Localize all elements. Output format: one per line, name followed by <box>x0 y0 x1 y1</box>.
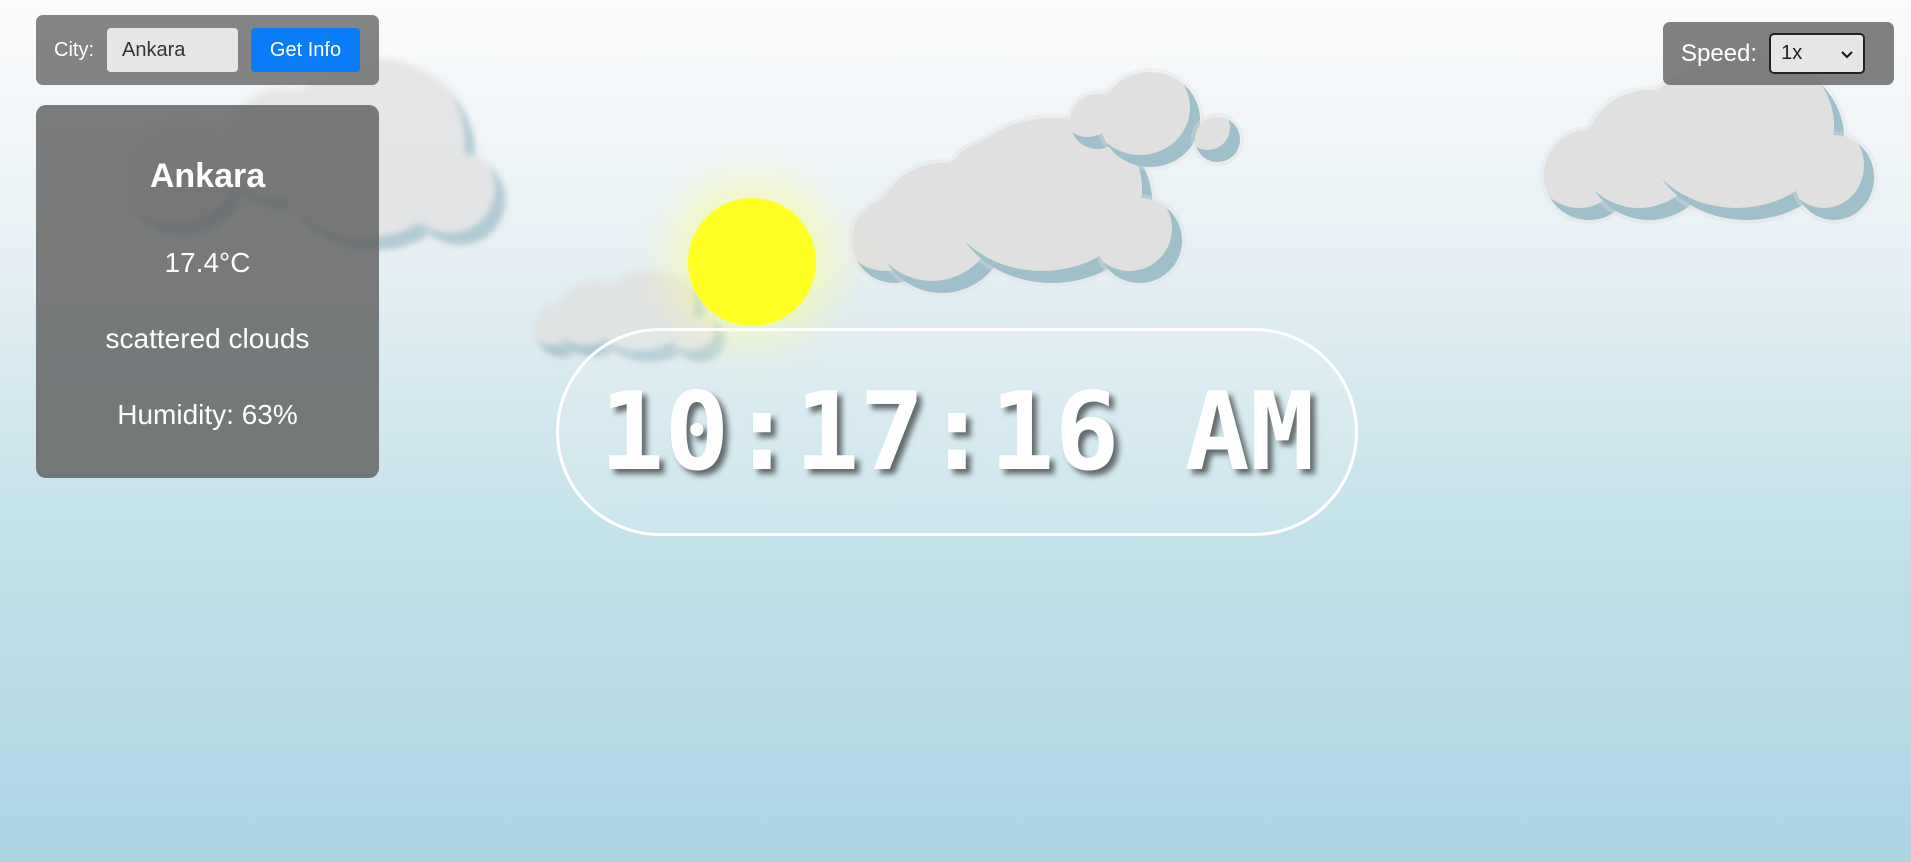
get-info-button[interactable]: Get Info <box>251 28 360 72</box>
weather-humidity: Humidity: 63% <box>117 399 298 430</box>
sun-icon <box>688 198 816 326</box>
weather-city: Ankara <box>149 157 266 195</box>
city-label: City: <box>54 38 94 61</box>
speed-selected-value: 1x <box>1781 42 1803 64</box>
speed-select[interactable]: 1x <box>1769 33 1866 74</box>
clock-time: 10:17:16 AM <box>599 369 1315 495</box>
weather-description: scattered clouds <box>105 323 310 354</box>
city-search-bar: City: Get Info <box>36 15 379 85</box>
speed-label: Speed: <box>1681 39 1758 67</box>
chevron-down-icon <box>1841 46 1853 62</box>
weather-temperature: 17.4°C <box>164 247 251 278</box>
weather-card: Ankara 17.4°C scattered clouds Humidity:… <box>36 105 379 478</box>
speed-control: Speed: 1x <box>1663 22 1894 85</box>
city-input[interactable] <box>107 28 238 72</box>
clock-display: 10:17:16 AM <box>556 328 1358 536</box>
cloud-icon <box>1070 72 1245 172</box>
